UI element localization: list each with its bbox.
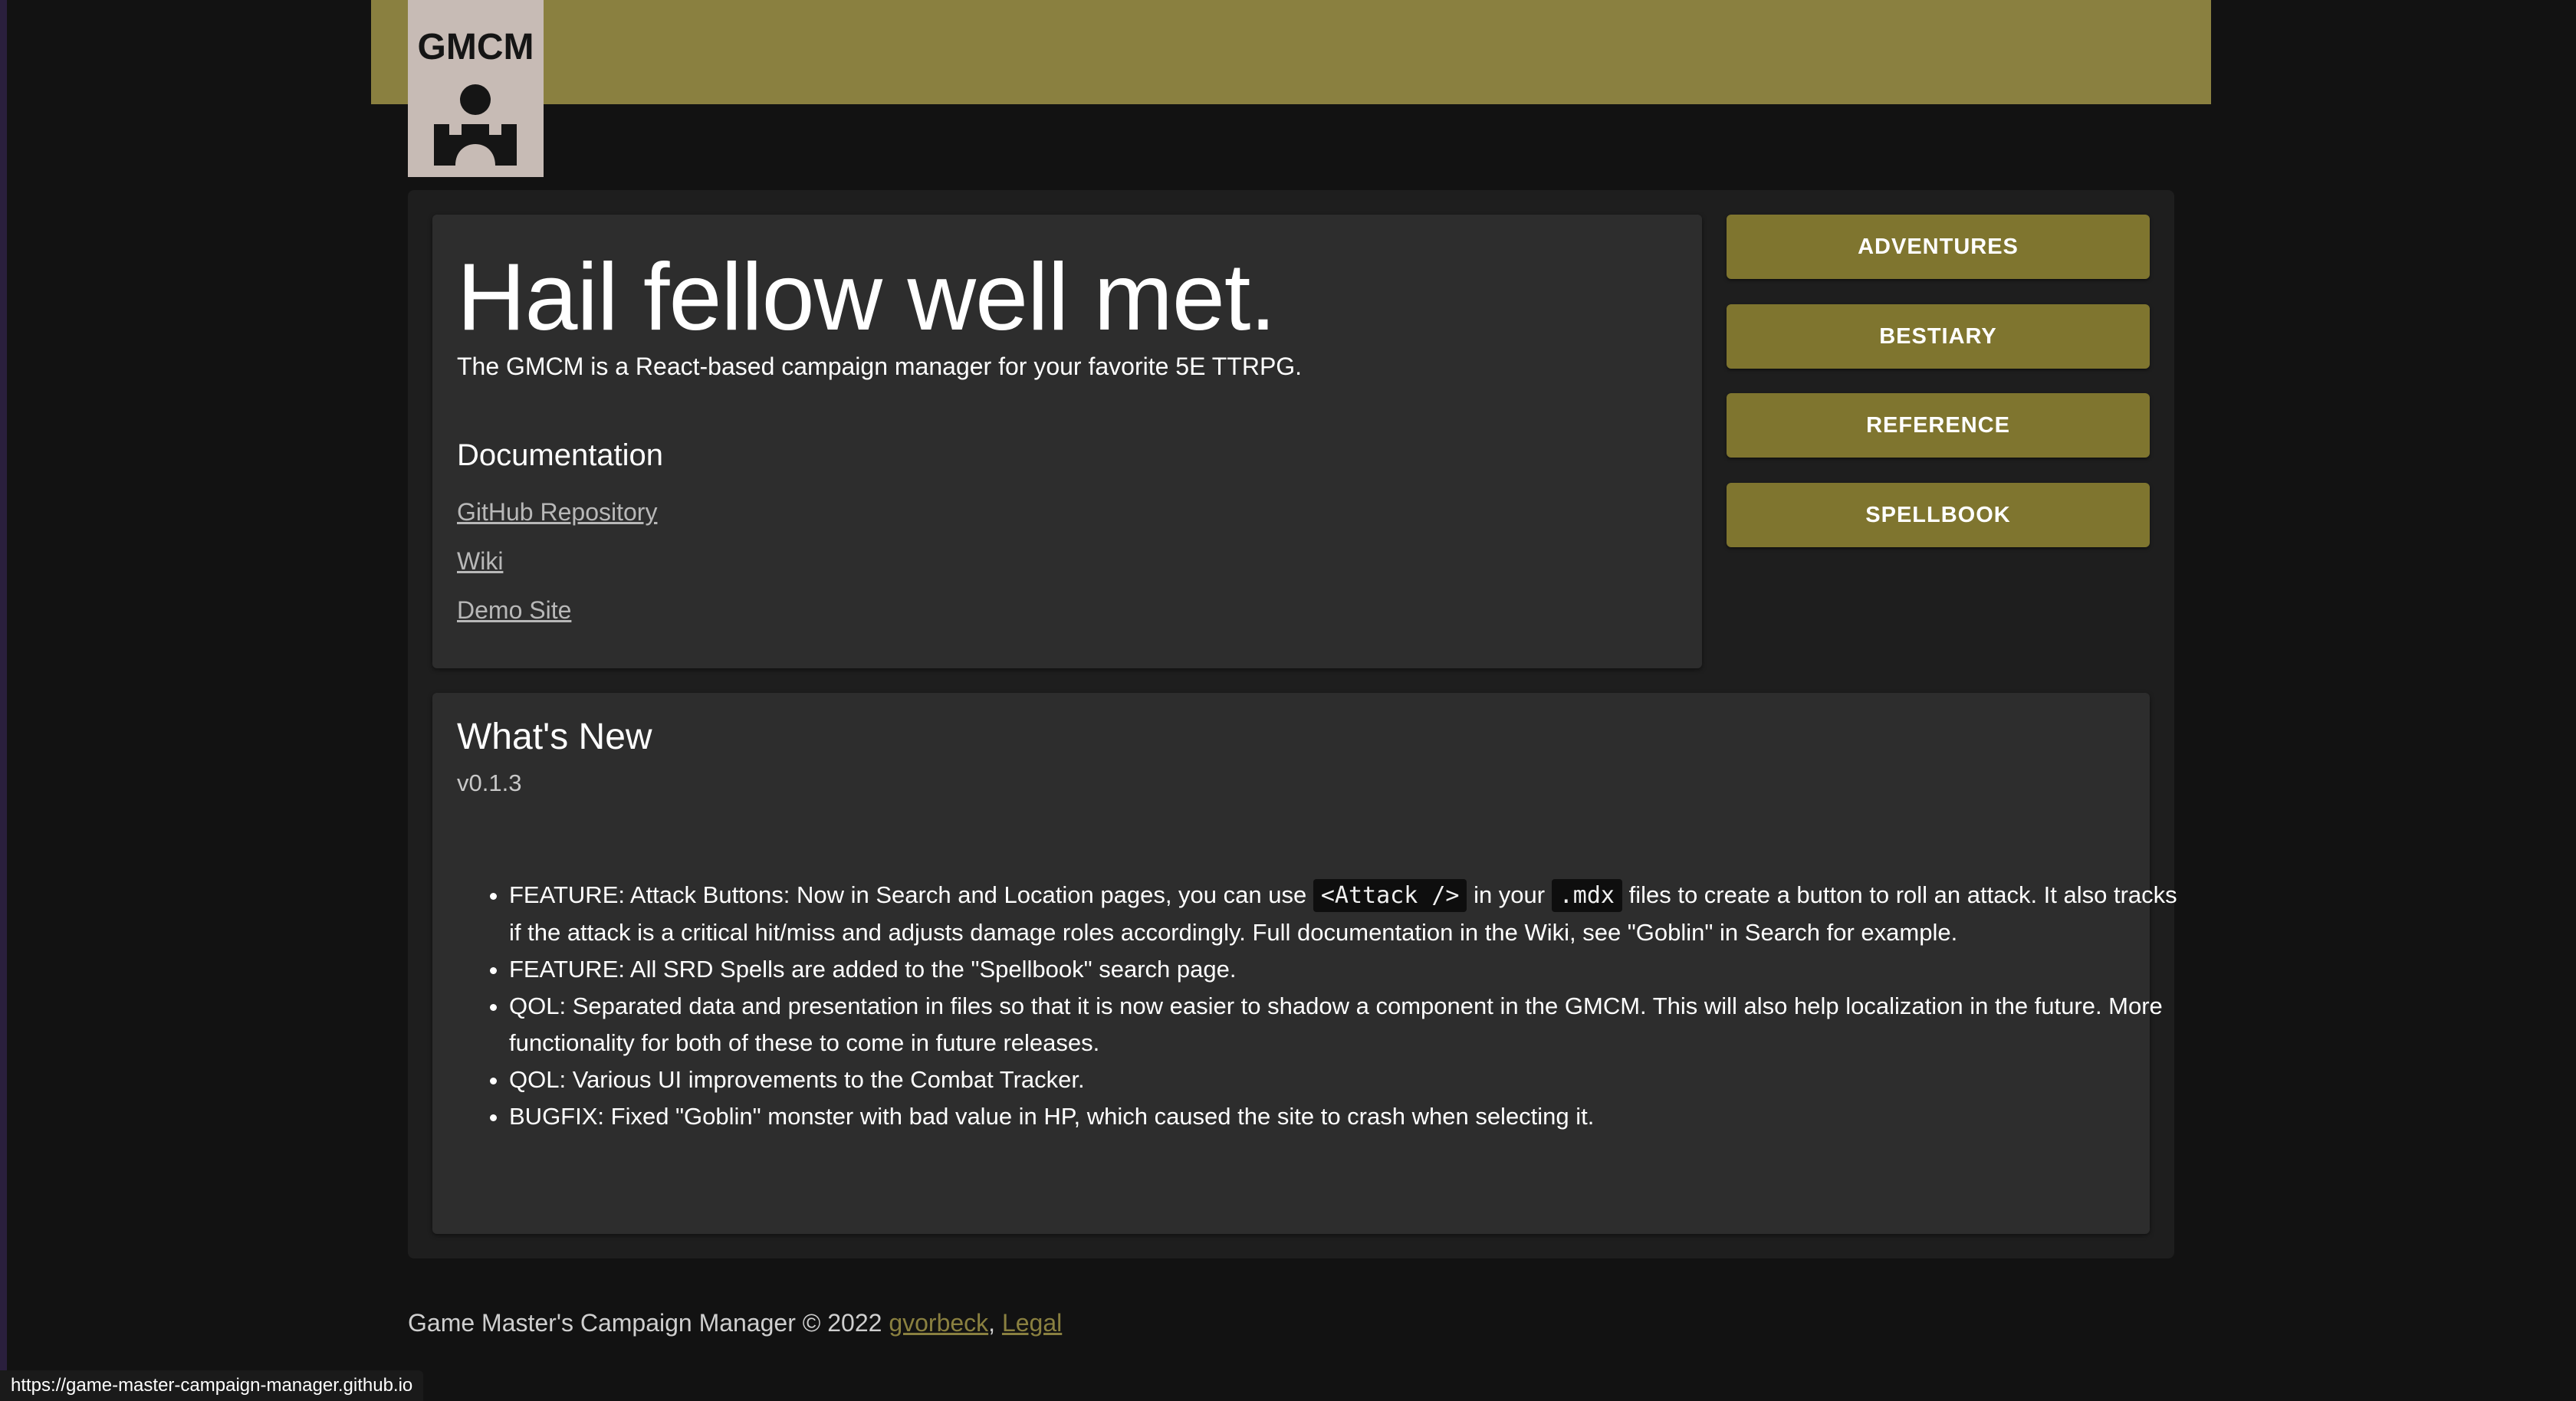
reference-button[interactable]: REFERENCE — [1727, 393, 2150, 458]
github-repository-link[interactable]: GitHub Repository — [457, 498, 657, 527]
adventures-button[interactable]: ADVENTURES — [1727, 215, 2150, 279]
author-link[interactable]: gvorbeck — [889, 1309, 988, 1337]
logo-text: GMCM — [417, 27, 534, 67]
whats-new-card: What's New v0.1.3 FEATURE: Attack Button… — [432, 693, 2177, 1234]
changelog-text: FEATURE: Attack Buttons: Now in Search a… — [509, 881, 1313, 908]
changelog-text: in your — [1467, 881, 1552, 908]
list-item: FEATURE: Attack Buttons: Now in Search a… — [509, 877, 2180, 951]
list-item: QOL: Separated data and presentation in … — [509, 988, 2180, 1061]
page-title: Hail fellow well met. — [457, 244, 1276, 350]
footer: Game Master's Campaign Manager © 2022 gv… — [408, 1309, 1062, 1337]
list-item: BUGFIX: Fixed "Goblin" monster with bad … — [509, 1098, 2180, 1135]
spellbook-button[interactable]: SPELLBOOK — [1727, 483, 2150, 547]
bestiary-button[interactable]: BESTIARY — [1727, 304, 2150, 369]
app-bar — [371, 0, 2211, 104]
legal-link[interactable]: Legal — [1002, 1309, 1062, 1337]
inline-code: <Attack /> — [1313, 879, 1467, 912]
intro-description: The GMCM is a React-based campaign manag… — [457, 353, 1303, 380]
castle-person-icon — [434, 84, 517, 166]
list-item: FEATURE: All SRD Spells are added to the… — [509, 951, 2180, 988]
demo-site-link[interactable]: Demo Site — [457, 596, 571, 625]
footer-separator: , — [988, 1309, 1002, 1337]
version-label: v0.1.3 — [457, 769, 522, 796]
footer-text: Game Master's Campaign Manager © 2022 — [408, 1309, 889, 1337]
documentation-heading: Documentation — [457, 438, 664, 472]
wiki-link[interactable]: Wiki — [457, 547, 503, 576]
inline-code: .mdx — [1551, 879, 1622, 912]
list-item: QOL: Various UI improvements to the Comb… — [509, 1061, 2180, 1098]
browser-status-url: https://game-master-campaign-manager.git… — [0, 1370, 424, 1401]
changelog-list: FEATURE: Attack Buttons: Now in Search a… — [466, 877, 2180, 1135]
whats-new-title: What's New — [457, 717, 652, 757]
gmcm-logo[interactable]: GMCM — [408, 0, 544, 177]
window-left-edge — [0, 0, 7, 1401]
intro-card: Hail fellow well met. The GMCM is a Reac… — [432, 215, 1702, 668]
